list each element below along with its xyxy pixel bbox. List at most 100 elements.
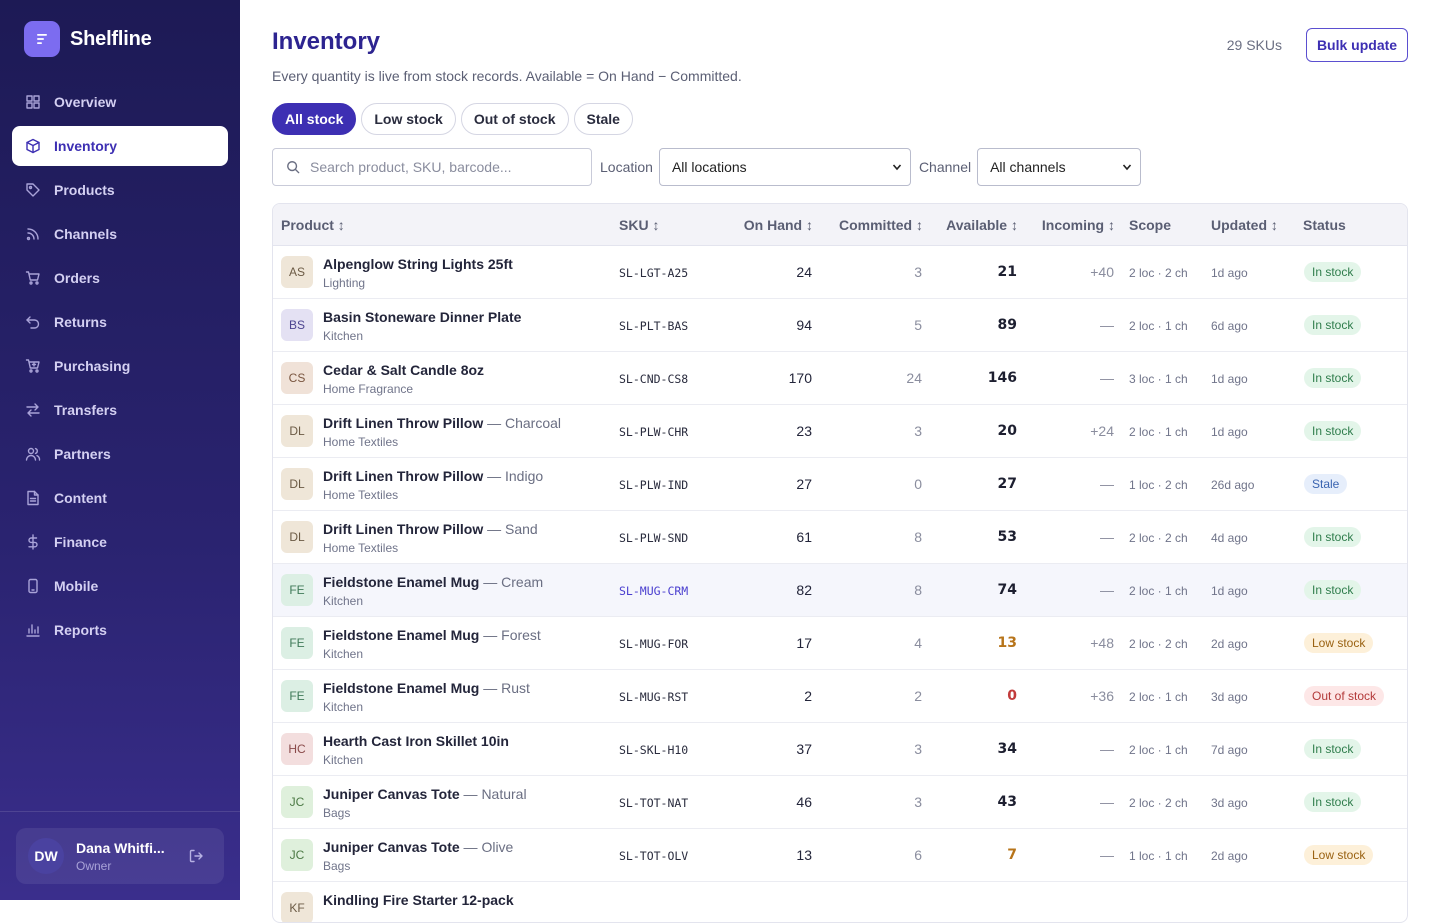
- table-row[interactable]: FE Fieldstone Enamel Mug — Cream Kitchen SL…: [273, 564, 1407, 617]
- product-name[interactable]: Drift Linen Throw Pillow — Sand: [323, 521, 538, 537]
- sku-cell[interactable]: SL-MUG-FOR: [619, 637, 688, 651]
- on-hand-cell: 24: [796, 264, 812, 280]
- sidebar-item-orders[interactable]: Orders: [12, 258, 228, 298]
- page-subtitle: Every quantity is live from stock record…: [272, 68, 742, 84]
- sku-cell[interactable]: SL-PLW-IND: [619, 478, 688, 492]
- sidebar-item-products[interactable]: Products: [12, 170, 228, 210]
- product-name[interactable]: Kindling Fire Starter 12-pack: [323, 892, 514, 908]
- sku-cell[interactable]: SL-TOT-NAT: [619, 796, 688, 810]
- table-row[interactable]: FE Fieldstone Enamel Mug — Forest Kitchen S…: [273, 617, 1407, 670]
- sku-cell[interactable]: SL-PLW-SND: [619, 531, 688, 545]
- available-cell: 146: [987, 370, 1017, 386]
- product-avatar: FE: [281, 680, 313, 712]
- sidebar-item-channels[interactable]: Channels: [12, 214, 228, 254]
- sku-cell[interactable]: SL-MUG-CRM: [619, 584, 688, 598]
- sku-cell[interactable]: SL-PLT-BAS: [619, 319, 688, 333]
- sku-cell[interactable]: SL-MUG-RST: [619, 690, 688, 704]
- table-row[interactable]: CS Cedar & Salt Candle 8oz Home Fragrance S…: [273, 352, 1407, 405]
- sidebar-item-label: Purchasing: [54, 358, 131, 374]
- bulk-update-button[interactable]: Bulk update: [1306, 28, 1408, 62]
- product-avatar: BS: [281, 309, 313, 341]
- sidebar-nav: Overview Inventory Products Channels Orders R…: [12, 82, 228, 654]
- product-name[interactable]: Fieldstone Enamel Mug — Forest: [323, 627, 541, 643]
- table-row[interactable]: KF Kindling Fire Starter 12-pack: [273, 882, 1407, 922]
- sku-cell[interactable]: SL-LGT-A25: [619, 266, 688, 280]
- product-name[interactable]: Hearth Cast Iron Skillet 10in: [323, 733, 509, 749]
- product-name[interactable]: Juniper Canvas Tote — Natural: [323, 786, 527, 802]
- product-category: Bags: [323, 806, 351, 820]
- product-name[interactable]: Alpenglow String Lights 25ft: [323, 256, 513, 272]
- sku-count: 29 SKUs: [1226, 37, 1282, 53]
- table-row[interactable]: DL Drift Linen Throw Pillow — Charcoal Hom…: [273, 405, 1407, 458]
- available-cell: 13: [997, 635, 1017, 651]
- arrows-icon: [26, 403, 40, 417]
- product-name[interactable]: Drift Linen Throw Pillow — Charcoal: [323, 415, 561, 431]
- sidebar-item-partners[interactable]: Partners: [12, 434, 228, 474]
- product-name[interactable]: Cedar & Salt Candle 8oz: [323, 362, 484, 378]
- sku-cell[interactable]: SL-TOT-OLV: [619, 849, 688, 863]
- sidebar-item-reports[interactable]: Reports: [12, 610, 228, 650]
- table-row[interactable]: DL Drift Linen Throw Pillow — Sand Home Te…: [273, 511, 1407, 564]
- product-category: Kitchen: [323, 647, 364, 661]
- table-row[interactable]: BS Basin Stoneware Dinner Plate Kitchen SL-…: [273, 299, 1407, 352]
- sku-cell[interactable]: SL-CND-CS8: [619, 372, 688, 386]
- product-name[interactable]: Fieldstone Enamel Mug — Rust: [323, 680, 530, 696]
- search-input[interactable]: [310, 159, 580, 175]
- sidebar-item-purchasing[interactable]: Purchasing: [12, 346, 228, 386]
- search-icon: [287, 161, 300, 174]
- col-sku[interactable]: SKU ↕: [619, 217, 659, 233]
- chip-stale[interactable]: Stale: [573, 103, 633, 135]
- product-title: Hearth Cast Iron Skillet 10in: [323, 733, 509, 749]
- channel-select[interactable]: All channels: [977, 148, 1142, 186]
- product-name[interactable]: Juniper Canvas Tote — Olive: [323, 839, 513, 855]
- sku-cell[interactable]: SL-SKL-H10: [619, 743, 688, 757]
- brand-logo-icon: [24, 21, 60, 57]
- updated-cell: 2d ago: [1211, 637, 1248, 651]
- filter-bar: Location All locations Channel All chann…: [272, 148, 1142, 186]
- product-name[interactable]: Drift Linen Throw Pillow — Indigo: [323, 468, 543, 484]
- avatar: DW: [28, 838, 64, 874]
- col-product[interactable]: Product ↕: [281, 217, 345, 233]
- sidebar-item-finance[interactable]: Finance: [12, 522, 228, 562]
- sidebar-item-transfers[interactable]: Transfers: [12, 390, 228, 430]
- available-cell: 7: [1007, 847, 1017, 863]
- logout-icon[interactable]: [188, 848, 204, 864]
- sidebar-item-content[interactable]: Content: [12, 478, 228, 518]
- brand[interactable]: Shelfline: [24, 21, 152, 57]
- sidebar-item-mobile[interactable]: Mobile: [12, 566, 228, 606]
- user-card[interactable]: DW Dana Whitfi... Owner: [16, 828, 224, 884]
- product-name[interactable]: Fieldstone Enamel Mug — Cream: [323, 574, 543, 590]
- sidebar-item-overview[interactable]: Overview: [12, 82, 228, 122]
- col-incoming[interactable]: Incoming ↕: [1018, 217, 1115, 233]
- user-role: Owner: [76, 858, 112, 873]
- col-updated[interactable]: Updated ↕: [1211, 217, 1278, 233]
- product-category: Bags: [323, 859, 351, 873]
- chip-out-of-stock[interactable]: Out of stock: [460, 103, 569, 135]
- scope-cell: 3 loc · 1 ch: [1129, 372, 1188, 386]
- location-select[interactable]: All locations: [658, 148, 911, 186]
- product-category: Home Textiles: [323, 488, 399, 502]
- status-badge: In stock: [1304, 580, 1362, 600]
- chip-all-stock[interactable]: All stock: [272, 103, 357, 135]
- table-row[interactable]: DL Drift Linen Throw Pillow — Indigo Home …: [273, 458, 1407, 511]
- incoming-cell: —: [1100, 370, 1114, 386]
- sidebar-item-inventory[interactable]: Inventory: [12, 126, 228, 166]
- table-row[interactable]: FE Fieldstone Enamel Mug — Rust Kitchen SL-…: [273, 670, 1407, 723]
- table-row[interactable]: HC Hearth Cast Iron Skillet 10in Kitchen SL…: [273, 723, 1407, 776]
- table-row[interactable]: JC Juniper Canvas Tote — Olive Bags SL-TOT-…: [273, 829, 1407, 882]
- table-row[interactable]: JC Juniper Canvas Tote — Natural Bags SL-TO…: [273, 776, 1407, 829]
- product-avatar: DL: [281, 521, 313, 553]
- sidebar-item-returns[interactable]: Returns: [12, 302, 228, 342]
- col-committed[interactable]: Committed ↕: [813, 217, 923, 233]
- product-avatar: DL: [281, 468, 313, 500]
- sku-cell[interactable]: SL-PLW-CHR: [619, 425, 688, 439]
- undo-icon: [26, 316, 40, 329]
- table-row[interactable]: AS Alpenglow String Lights 25ft Lighting SL…: [273, 246, 1407, 299]
- col-on-hand[interactable]: On Hand ↕: [713, 217, 813, 233]
- chip-low-stock[interactable]: Low stock: [361, 103, 456, 135]
- col-available[interactable]: Available ↕: [923, 217, 1018, 233]
- product-name[interactable]: Basin Stoneware Dinner Plate: [323, 309, 521, 325]
- search-box[interactable]: [272, 148, 592, 186]
- product-title: Basin Stoneware Dinner Plate: [323, 309, 522, 325]
- on-hand-cell: 46: [796, 794, 812, 810]
